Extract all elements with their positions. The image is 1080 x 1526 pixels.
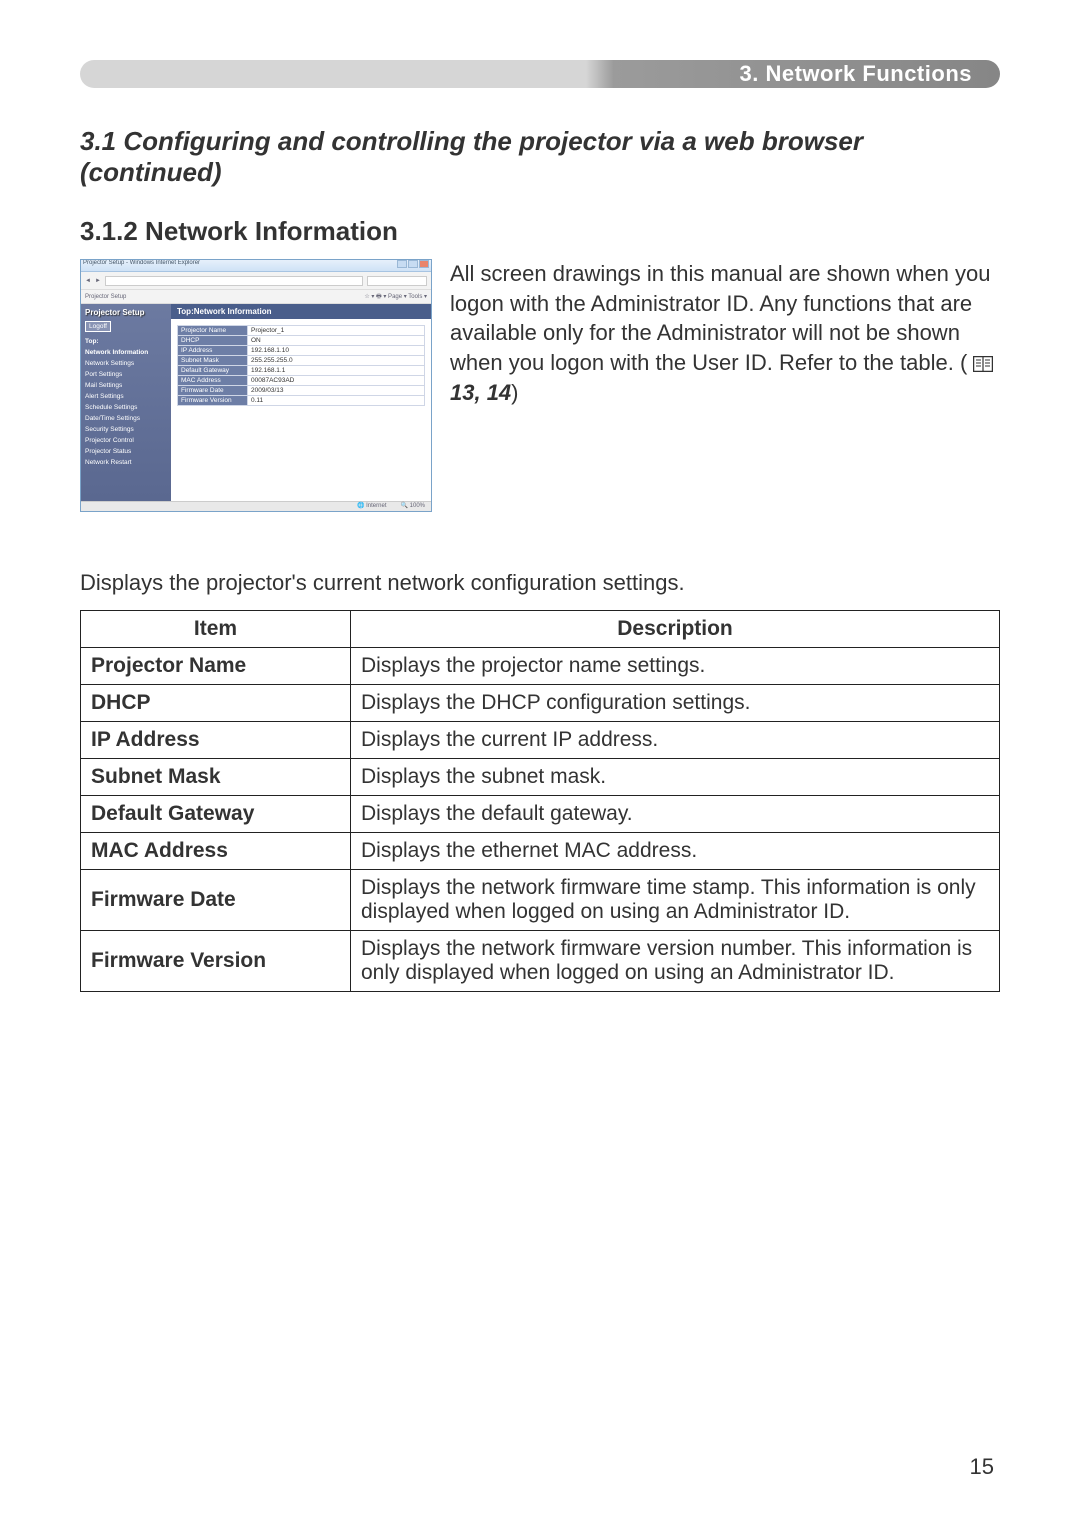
section-title: 3.1 Configuring and controlling the proj…: [80, 126, 1000, 188]
item-cell: Firmware Version: [81, 931, 351, 992]
sidebar-header: Projector Setup: [85, 308, 167, 317]
status-zoom: 🔍 100%: [401, 502, 426, 511]
forward-icon: ►: [95, 278, 101, 284]
chapter-header-bar: 3. Network Functions: [80, 60, 1000, 88]
table-row: Default Gateway Displays the default gat…: [81, 796, 1000, 833]
table-row: DHCP Displays the DHCP configuration set…: [81, 685, 1000, 722]
toolbar-right-text: ☆ ▾ 🖶 ▾ Page ▾ Tools ▾: [364, 292, 427, 302]
minimize-icon: [397, 260, 407, 268]
desc-cell: Displays the projector name settings.: [351, 648, 1000, 685]
table-caption: Displays the projector's current network…: [80, 570, 1000, 596]
screenshot-info-table: Projector NameProjector_1 DHCPON IP Addr…: [177, 325, 425, 406]
sidebar-item: Schedule Settings: [85, 402, 167, 413]
item-cell: DHCP: [81, 685, 351, 722]
desc-cell: Displays the current IP address.: [351, 722, 1000, 759]
table-row: MAC Address Displays the ethernet MAC ad…: [81, 833, 1000, 870]
desc-cell: Displays the network firmware version nu…: [351, 931, 1000, 992]
table-row: Firmware Version Displays the network fi…: [81, 931, 1000, 992]
table-row: Projector Name Displays the projector na…: [81, 648, 1000, 685]
item-cell: Projector Name: [81, 648, 351, 685]
table-row: Firmware Date Displays the network firmw…: [81, 870, 1000, 931]
sidebar-item: Mail Settings: [85, 380, 167, 391]
tab-label: Projector Setup: [85, 294, 126, 300]
desc-cell: Displays the DHCP configuration settings…: [351, 685, 1000, 722]
search-box: [367, 276, 427, 286]
sidebar-item: Projector Status: [85, 446, 167, 457]
logoff-button: Logoff: [85, 321, 111, 332]
back-icon: ◄: [85, 278, 91, 284]
description-table: Item Description Projector Name Displays…: [80, 610, 1000, 992]
sidebar-item: Network Settings: [85, 358, 167, 369]
chapter-title: 3. Network Functions: [740, 61, 972, 87]
screenshot-window-title: Projector Setup - Windows Internet Explo…: [83, 260, 200, 271]
sidebar-item: Security Settings: [85, 424, 167, 435]
maximize-icon: [408, 260, 418, 268]
item-cell: Default Gateway: [81, 796, 351, 833]
page-reference: 13, 14: [450, 380, 511, 405]
column-header-item: Item: [81, 611, 351, 648]
page-number: 15: [970, 1454, 994, 1480]
screenshot-network-information: Projector Setup - Windows Internet Explo…: [80, 259, 432, 512]
table-row: IP Address Displays the current IP addre…: [81, 722, 1000, 759]
desc-cell: Displays the network firmware time stamp…: [351, 870, 1000, 931]
desc-cell: Displays the default gateway.: [351, 796, 1000, 833]
close-icon: [419, 260, 429, 268]
status-internet: 🌐 Internet: [357, 502, 387, 511]
item-cell: Firmware Date: [81, 870, 351, 931]
table-row: Subnet Mask Displays the subnet mask.: [81, 759, 1000, 796]
sidebar-item: Date/Time Settings: [85, 413, 167, 424]
subsection-title: 3.1.2 Network Information: [80, 216, 1000, 247]
sidebar-item: Network Restart: [85, 457, 167, 468]
desc-cell: Displays the ethernet MAC address.: [351, 833, 1000, 870]
item-cell: Subnet Mask: [81, 759, 351, 796]
sidebar-item: Alert Settings: [85, 391, 167, 402]
item-cell: MAC Address: [81, 833, 351, 870]
sidebar-item: Projector Control: [85, 435, 167, 446]
screenshot-main-title: Top:Network Information: [171, 304, 431, 319]
intro-paragraph: All screen drawings in this manual are s…: [450, 259, 1000, 512]
sidebar-item: Top:: [85, 336, 167, 347]
address-bar: [105, 276, 363, 286]
sidebar-item: Network Information: [85, 347, 167, 358]
desc-cell: Displays the subnet mask.: [351, 759, 1000, 796]
sidebar-item: Port Settings: [85, 369, 167, 380]
manual-reference-icon: [973, 356, 993, 372]
column-header-description: Description: [351, 611, 1000, 648]
item-cell: IP Address: [81, 722, 351, 759]
